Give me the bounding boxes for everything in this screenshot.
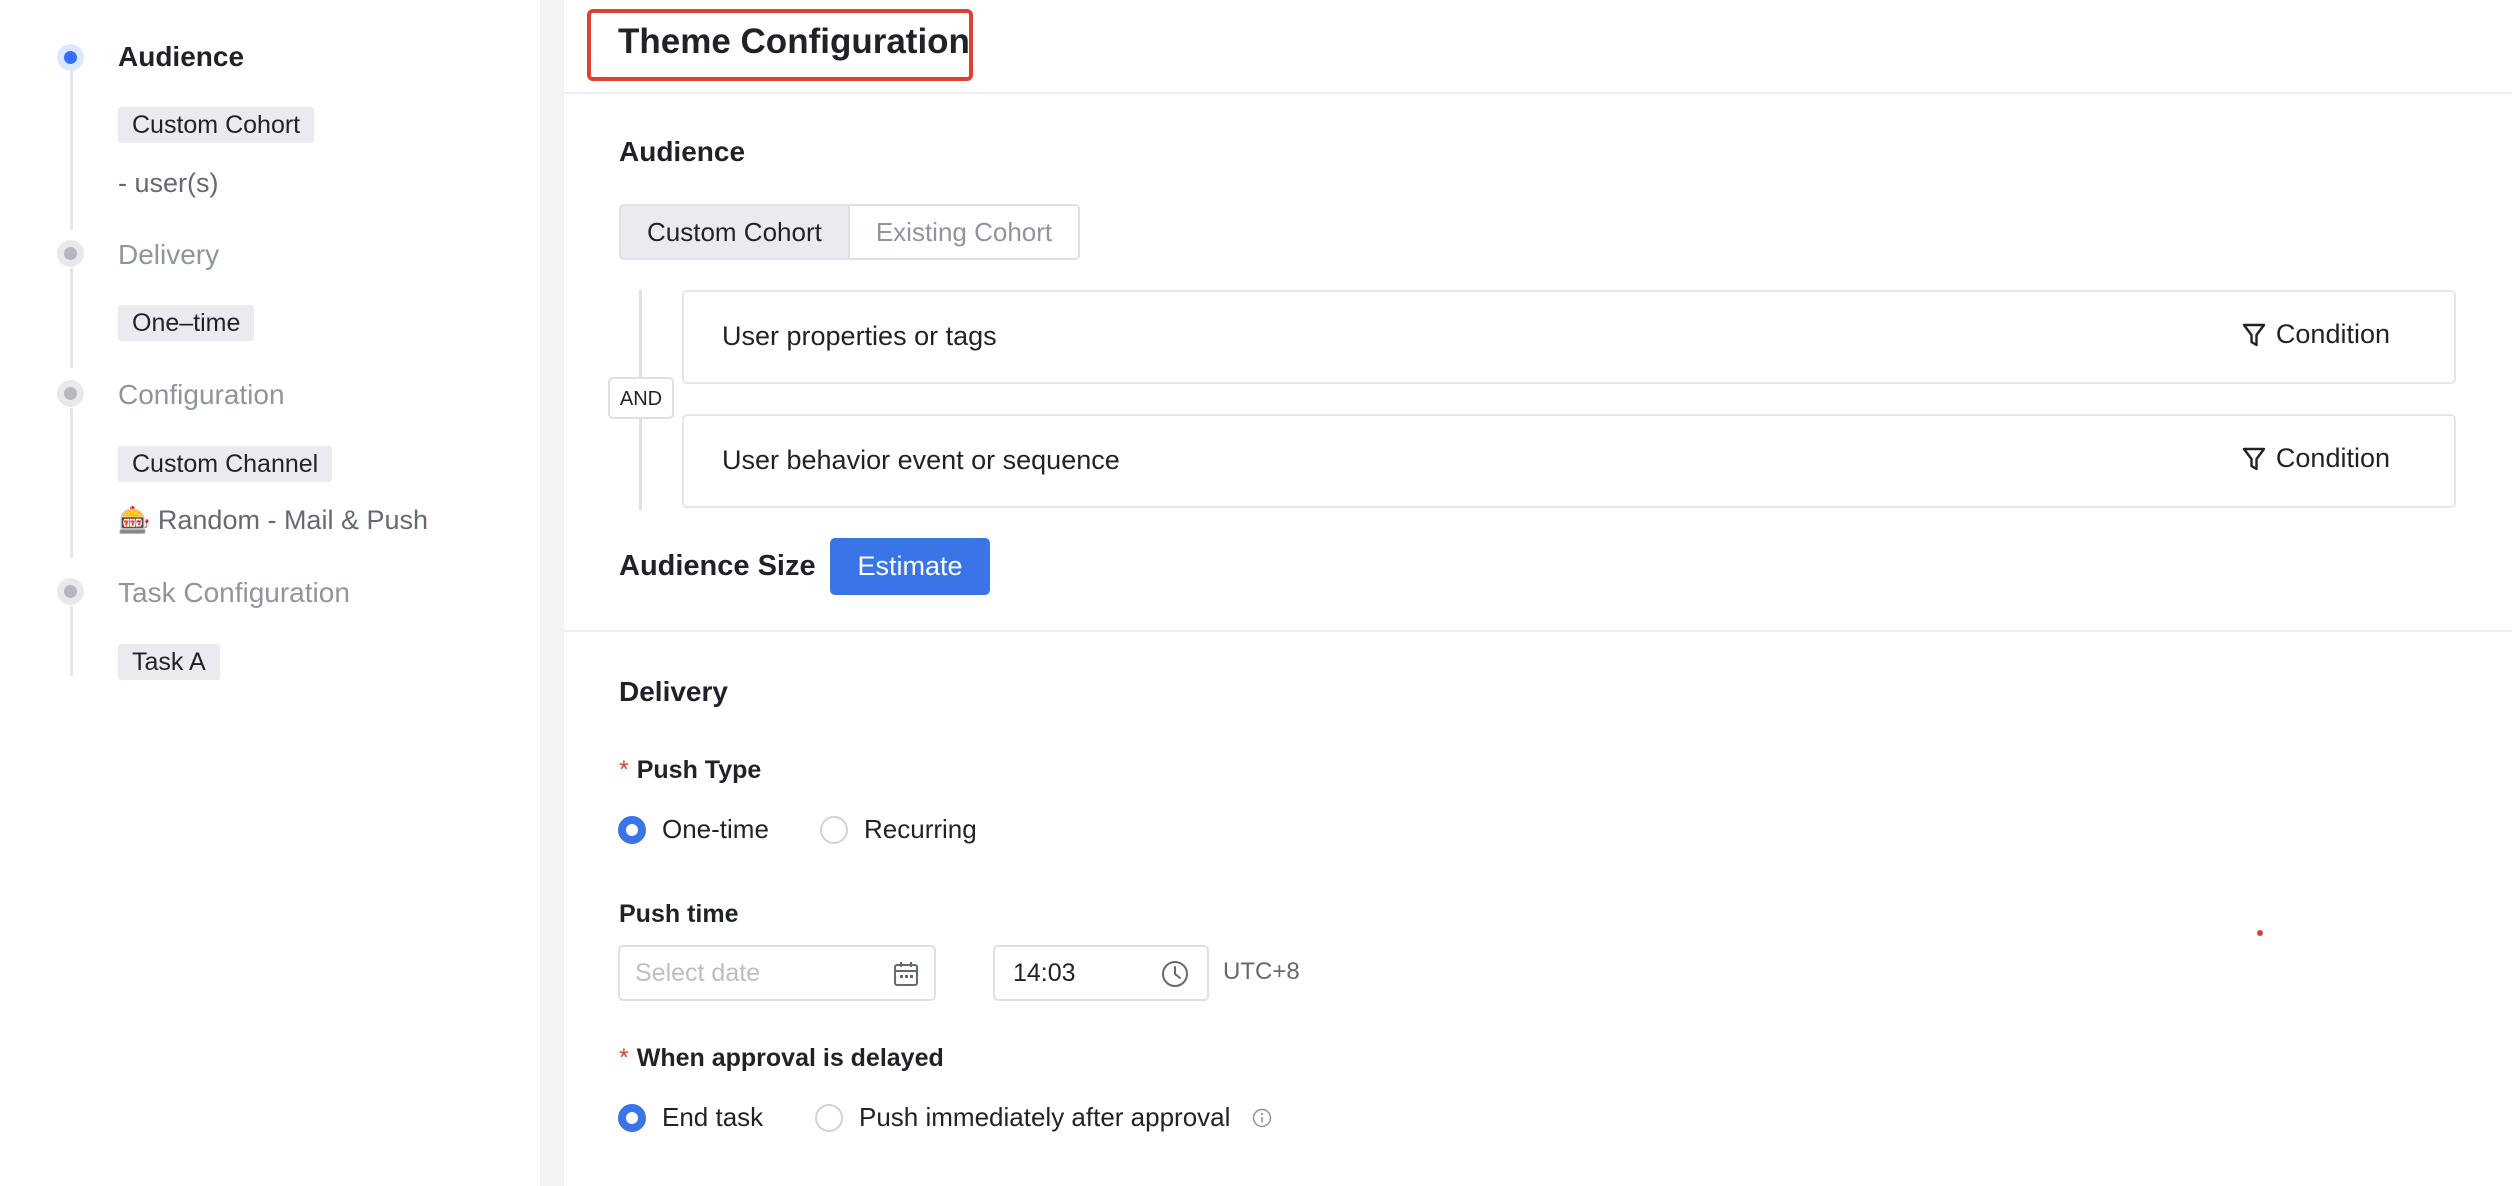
- step-title-configuration[interactable]: Configuration: [118, 378, 285, 412]
- add-condition-button[interactable]: Condition: [2242, 319, 2390, 350]
- tab-existing-cohort[interactable]: Existing Cohort: [847, 206, 1078, 258]
- step-connector: [70, 70, 73, 230]
- info-icon[interactable]: [1252, 1108, 1272, 1128]
- add-condition-label: Condition: [2275, 443, 2390, 473]
- step-indicator-delivery: [57, 240, 84, 267]
- filter-icon: [2242, 323, 2266, 346]
- step-title-task-configuration[interactable]: Task Configuration: [118, 576, 350, 610]
- step-chip-task: Task A: [118, 644, 220, 680]
- step-chip-audience: Custom Cohort: [118, 107, 315, 143]
- channel-description-label: Random - Mail & Push: [157, 505, 428, 535]
- step-connector: [70, 268, 73, 368]
- required-mark: *: [619, 1044, 629, 1072]
- radio-push-after-approval-label: Push immediately after approval: [859, 1102, 1231, 1132]
- step-indicator-configuration: [57, 380, 84, 407]
- step-chip-delivery: One–time: [118, 305, 255, 341]
- step-title-delivery[interactable]: Delivery: [118, 238, 219, 272]
- push-type-label: * Push Type: [619, 756, 761, 785]
- step-sidebar: Audience Custom Cohort - user(s) Deliver…: [0, 0, 540, 1186]
- radio-circle[interactable]: [820, 815, 848, 844]
- radio-recurring-label: Recurring: [864, 814, 977, 844]
- step-chip-configuration: Custom Channel: [118, 446, 333, 482]
- time-value: 14:03: [1013, 959, 1076, 987]
- radio-end-task[interactable]: End task: [618, 1102, 763, 1133]
- radio-circle[interactable]: [815, 1103, 843, 1132]
- step-title-audience[interactable]: Audience: [118, 40, 244, 74]
- panel-gutter: [540, 0, 564, 1186]
- radio-one-time-label: One-time: [662, 814, 769, 844]
- radio-push-after-approval[interactable]: Push immediately after approval: [815, 1102, 1272, 1133]
- section-divider: [564, 630, 2512, 632]
- radio-recurring[interactable]: Recurring: [820, 814, 977, 845]
- approval-delay-label: * When approval is delayed: [619, 1044, 944, 1073]
- date-picker-input[interactable]: Select date: [618, 945, 936, 1001]
- step-connector: [70, 606, 73, 676]
- radio-circle-selected[interactable]: [618, 815, 646, 844]
- step-connector: [70, 408, 73, 558]
- audience-user-count: - user(s): [118, 168, 219, 198]
- cursor-marker: [2257, 930, 2263, 936]
- main-panel: Theme Configuration Audience Custom Coho…: [564, 0, 2512, 1186]
- add-condition-button[interactable]: Condition: [2242, 443, 2390, 474]
- clock-icon: [1162, 961, 1188, 987]
- estimate-button[interactable]: Estimate: [830, 538, 990, 595]
- condition-label: User behavior event or sequence: [722, 445, 1120, 475]
- radio-one-time[interactable]: One-time: [618, 814, 769, 845]
- page-title: Theme Configuration: [618, 22, 970, 61]
- radio-circle-selected[interactable]: [618, 1103, 646, 1132]
- date-placeholder: Select date: [635, 959, 761, 987]
- step-indicator-task-configuration: [57, 578, 84, 605]
- tab-custom-cohort[interactable]: Custom Cohort: [621, 206, 848, 258]
- filter-icon: [2242, 447, 2266, 470]
- radio-end-task-label: End task: [662, 1102, 764, 1132]
- delivery-section-title: Delivery: [619, 676, 728, 707]
- push-time-label: Push time: [619, 900, 739, 928]
- slot-machine-icon: 🎰: [118, 505, 151, 535]
- calendar-icon: [894, 962, 918, 986]
- cohort-tabs: Custom Cohort Existing Cohort: [619, 204, 1081, 260]
- add-condition-label: Condition: [2275, 319, 2390, 349]
- time-picker-input[interactable]: 14:03: [993, 945, 1209, 1001]
- channel-description: 🎰 Random - Mail & Push: [118, 503, 428, 537]
- approval-delay-label-text: When approval is delayed: [636, 1044, 944, 1072]
- audience-size-label: Audience Size: [619, 550, 816, 582]
- timezone-label: UTC+8: [1223, 958, 1300, 985]
- condition-row-properties: User properties or tags Condition: [682, 290, 2456, 384]
- logic-operator-toggle[interactable]: AND: [608, 377, 674, 419]
- audience-section-title: Audience: [619, 136, 746, 167]
- page-header: Theme Configuration: [564, 0, 2512, 94]
- push-type-label-text: Push Type: [636, 756, 762, 784]
- condition-label: User properties or tags: [722, 321, 997, 351]
- step-indicator-audience: [57, 44, 84, 71]
- required-mark: *: [619, 756, 629, 784]
- condition-row-behavior: User behavior event or sequence Conditio…: [682, 414, 2456, 508]
